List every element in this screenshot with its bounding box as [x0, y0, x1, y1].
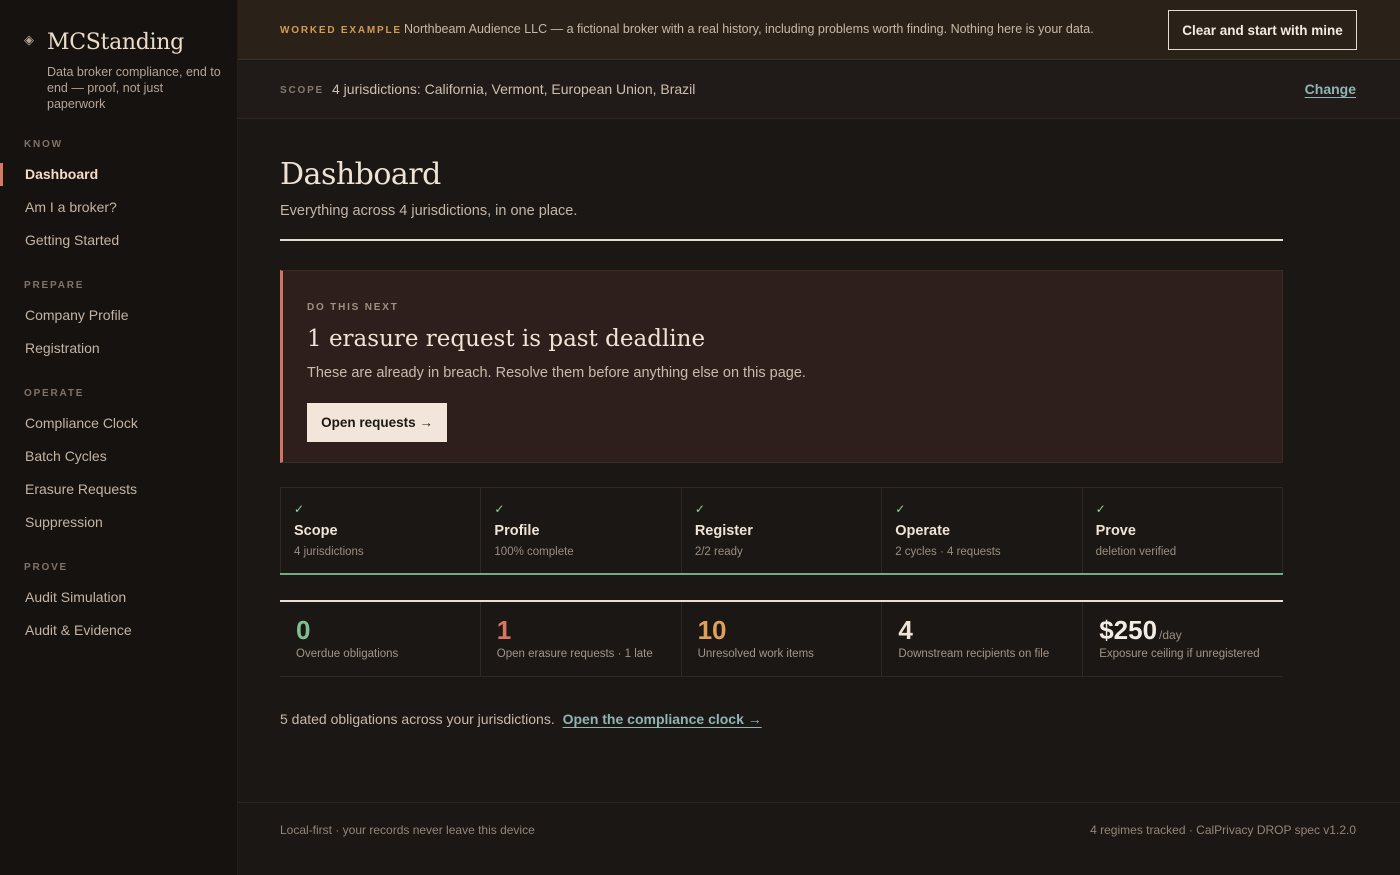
clock-summary-text: 5 dated obligations across your jurisdic… [280, 711, 555, 727]
nav-heading: KNOW [24, 139, 63, 150]
brand: ◈ MCStanding Data broker compliance, end… [24, 30, 222, 112]
stat-open-erasure-requests: 1 Open erasure requests · 1 late [481, 602, 682, 676]
title-divider [280, 239, 1283, 241]
step-subtitle: 4 jurisdictions [294, 546, 364, 558]
sidebar-item-erasure-requests[interactable]: Erasure Requests [0, 473, 238, 506]
stat-value: $250/day [1099, 615, 1182, 645]
compliance-clock-summary: 5 dated obligations across your jurisdic… [280, 711, 762, 727]
stat-unresolved-work-items: 10 Unresolved work items [682, 602, 883, 676]
stat-label: Unresolved work items [697, 648, 814, 660]
brand-tagline: Data broker compliance, end to end — pro… [47, 65, 221, 111]
stat-unit: /day [1159, 628, 1182, 642]
sidebar-item-company-profile[interactable]: Company Profile [0, 299, 238, 332]
do-this-next-card: DO THIS NEXT 1 erasure request is past d… [280, 270, 1283, 463]
worked-example-banner: WORKED EXAMPLE Northbeam Audience LLC — … [238, 0, 1400, 60]
stat-exposure-ceiling: $250/day Exposure ceiling if unregistere… [1083, 602, 1283, 676]
check-icon: ✓ [494, 502, 505, 516]
stat-downstream-recipients: 4 Downstream recipients on file [882, 602, 1084, 676]
step-title: Scope [294, 523, 338, 539]
scope-bar: SCOPE 4 jurisdictions: California, Vermo… [238, 61, 1400, 119]
change-scope-link[interactable]: Change [1305, 81, 1356, 97]
sidebar-item-dashboard[interactable]: Dashboard [0, 158, 238, 191]
sidebar-item-compliance-clock[interactable]: Compliance Clock [0, 407, 238, 440]
stat-overdue-obligations: 0 Overdue obligations [280, 602, 481, 676]
nav-heading: PREPARE [24, 280, 85, 291]
nav-heading: OPERATE [24, 388, 85, 399]
stat-label: Open erasure requests · 1 late [496, 648, 653, 660]
progress-steps: ✓ Scope 4 jurisdictions ✓ Profile 100% c… [280, 487, 1283, 575]
sidebar-item-getting-started[interactable]: Getting Started [0, 224, 238, 257]
stat-label: Exposure ceiling if unregistered [1099, 648, 1260, 660]
clear-and-start-button[interactable]: Clear and start with mine [1168, 10, 1357, 50]
sidebar-item-audit-simulation[interactable]: Audit Simulation [0, 581, 238, 614]
check-icon: ✓ [895, 502, 906, 516]
open-compliance-clock-link[interactable]: Open the compliance clock → [563, 711, 762, 727]
stat-value: 4 [898, 615, 913, 645]
check-icon: ✓ [294, 502, 305, 516]
step-operate[interactable]: ✓ Operate 2 cycles · 4 requests [882, 488, 1083, 574]
stat-value: 1 [496, 615, 512, 645]
step-subtitle: 2 cycles · 4 requests [895, 546, 1001, 558]
step-title: Prove [1095, 523, 1136, 539]
footer-note: Local-first · your records never leave t… [280, 823, 535, 837]
sidebar: ◈ MCStanding Data broker compliance, end… [0, 0, 238, 875]
step-subtitle: 2/2 ready [694, 546, 743, 558]
page-title: Dashboard [280, 157, 441, 192]
check-icon: ✓ [694, 502, 705, 516]
scope-text: 4 jurisdictions: California, Vermont, Eu… [332, 81, 696, 97]
nav-heading: PROVE [24, 562, 69, 573]
nav-section-know: KNOW Dashboard Am I a broker? Getting St… [0, 139, 238, 257]
step-register[interactable]: ✓ Register 2/2 ready [682, 488, 883, 574]
step-prove[interactable]: ✓ Prove deletion verified [1083, 488, 1282, 574]
next-text: These are already in breach. Resolve the… [307, 365, 806, 381]
banner-tag: WORKED EXAMPLE [280, 25, 402, 36]
brand-name[interactable]: MCStanding [47, 30, 184, 55]
page-subtitle: Everything across 4 jurisdictions, in on… [280, 203, 578, 219]
steps-complete-bar [280, 573, 1283, 575]
footer: Local-first · your records never leave t… [238, 802, 1400, 875]
sidebar-item-suppression[interactable]: Suppression [0, 506, 238, 539]
nav-section-prove: PROVE Audit Simulation Audit & Evidence [0, 562, 238, 647]
check-icon: ✓ [1095, 502, 1106, 516]
banner-text: Northbeam Audience LLC — a fictional bro… [404, 22, 1094, 36]
stat-value: 0 [296, 615, 311, 645]
sidebar-item-audit-evidence[interactable]: Audit & Evidence [0, 614, 238, 647]
step-title: Register [694, 523, 753, 539]
nav-section-operate: OPERATE Compliance Clock Batch Cycles Er… [0, 388, 238, 539]
footer-version: 4 regimes tracked · CalPrivacy DROP spec… [1090, 823, 1356, 837]
stats-row: 0 Overdue obligations 1 Open erasure req… [280, 602, 1283, 677]
sidebar-item-am-i-a-broker[interactable]: Am I a broker? [0, 191, 238, 224]
next-tag: DO THIS NEXT [307, 302, 399, 313]
diamond-icon: ◈ [24, 32, 34, 47]
step-scope[interactable]: ✓ Scope 4 jurisdictions [281, 488, 482, 574]
sidebar-item-registration[interactable]: Registration [0, 332, 238, 365]
next-title: 1 erasure request is past deadline [307, 326, 706, 352]
step-title: Profile [494, 523, 540, 539]
stat-label: Overdue obligations [296, 648, 399, 660]
nav-section-prepare: PREPARE Company Profile Registration [0, 280, 238, 365]
stat-label: Downstream recipients on file [898, 648, 1050, 660]
step-title: Operate [895, 523, 951, 539]
step-profile[interactable]: ✓ Profile 100% complete [481, 488, 682, 574]
scope-tag: SCOPE [280, 85, 325, 96]
step-subtitle: 100% complete [494, 546, 574, 558]
step-subtitle: deletion verified [1095, 546, 1177, 558]
open-requests-button[interactable]: Open requests → [307, 403, 447, 442]
stat-value: 10 [697, 615, 727, 645]
sidebar-item-batch-cycles[interactable]: Batch Cycles [0, 440, 238, 473]
